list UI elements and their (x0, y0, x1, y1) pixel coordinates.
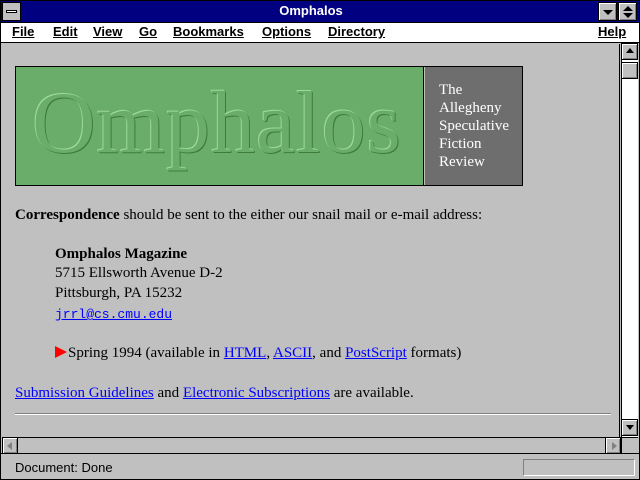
status-bar: Document: Done (1, 453, 639, 479)
menu-help[interactable]: Help (598, 24, 626, 39)
browser-window: Omphalos File Edit View Go Bookmarks Opt… (0, 0, 640, 480)
maximize-button[interactable] (618, 2, 637, 21)
restore-down-icon (623, 13, 633, 18)
menu-options[interactable]: Options (262, 24, 311, 39)
vertical-scroll-thumb[interactable] (621, 62, 638, 79)
minimize-icon (603, 10, 613, 15)
menu-go[interactable]: Go (139, 24, 157, 39)
status-text: Document: Done (15, 460, 113, 475)
arrow-down-icon (626, 425, 634, 430)
arrow-up-icon (626, 48, 634, 53)
address-email: jrrl@cs.cmu.edu (55, 306, 172, 322)
correspondence-text: should be sent to the either our snail m… (119, 207, 483, 223)
banner-logo: Omphalos (16, 67, 424, 185)
correspondence-heading: Correspondence (15, 207, 120, 223)
menu-edit[interactable]: Edit (53, 24, 78, 39)
progress-field (523, 459, 635, 476)
window-title: Omphalos (279, 3, 343, 18)
email-link[interactable]: jrrl@cs.cmu.edu (55, 307, 172, 322)
system-menu-icon (6, 10, 17, 13)
postscript-link[interactable]: PostScript (345, 345, 407, 361)
restore-up-icon (623, 6, 633, 11)
correspondence-paragraph: Correspondence should be sent to the eit… (15, 207, 482, 224)
minimize-button[interactable] (598, 2, 617, 21)
scroll-right-button[interactable] (605, 437, 621, 454)
vertical-scrollbar[interactable] (621, 43, 638, 437)
red-arrow-icon (55, 346, 67, 358)
menu-directory[interactable]: Directory (328, 24, 385, 39)
banner-line: Review (439, 154, 485, 170)
arrow-left-icon (7, 442, 12, 450)
scroll-up-button[interactable] (621, 43, 638, 60)
banner-subtitle: The Allegheny Speculative Fiction Review (425, 67, 522, 185)
title-bar[interactable]: Omphalos (1, 1, 639, 23)
address-name: Omphalos Magazine (55, 246, 188, 262)
horizontal-scrollbar[interactable] (2, 437, 621, 454)
scroll-down-button[interactable] (621, 419, 638, 436)
submission-guidelines-link[interactable]: Submission Guidelines (15, 385, 154, 401)
scroll-left-button[interactable] (2, 437, 18, 454)
banner-line: Fiction (439, 136, 482, 152)
menu-bar: File Edit View Go Bookmarks Options Dire… (1, 23, 639, 43)
banner-logo-text: Omphalos (32, 75, 402, 172)
footer-links: Submission Guidelines and Electronic Sub… (15, 385, 414, 401)
banner-line: Allegheny (439, 100, 502, 116)
omphalos-banner: Omphalos The Allegheny Speculative Ficti… (15, 66, 523, 186)
menu-file[interactable]: File (12, 24, 34, 39)
page-content: Omphalos The Allegheny Speculative Ficti… (2, 44, 620, 437)
scrollbar-corner (621, 437, 638, 453)
menu-bookmarks[interactable]: Bookmarks (173, 24, 244, 39)
html-link[interactable]: HTML (224, 345, 267, 361)
address-street: 5715 Ellsworth Avenue D-2 (55, 265, 223, 281)
electronic-subscriptions-link[interactable]: Electronic Subscriptions (183, 385, 330, 401)
banner-line: Speculative (439, 118, 509, 134)
issue-line: Spring 1994 (available in HTML, ASCII, a… (55, 345, 461, 362)
menu-view[interactable]: View (93, 24, 122, 39)
system-menu-button[interactable] (2, 2, 21, 21)
ascii-link[interactable]: ASCII (273, 345, 312, 361)
horizontal-rule (15, 413, 611, 415)
address-city: Pittsburgh, PA 15232 (55, 285, 183, 301)
banner-line: The (439, 82, 463, 98)
arrow-right-icon (612, 442, 617, 450)
